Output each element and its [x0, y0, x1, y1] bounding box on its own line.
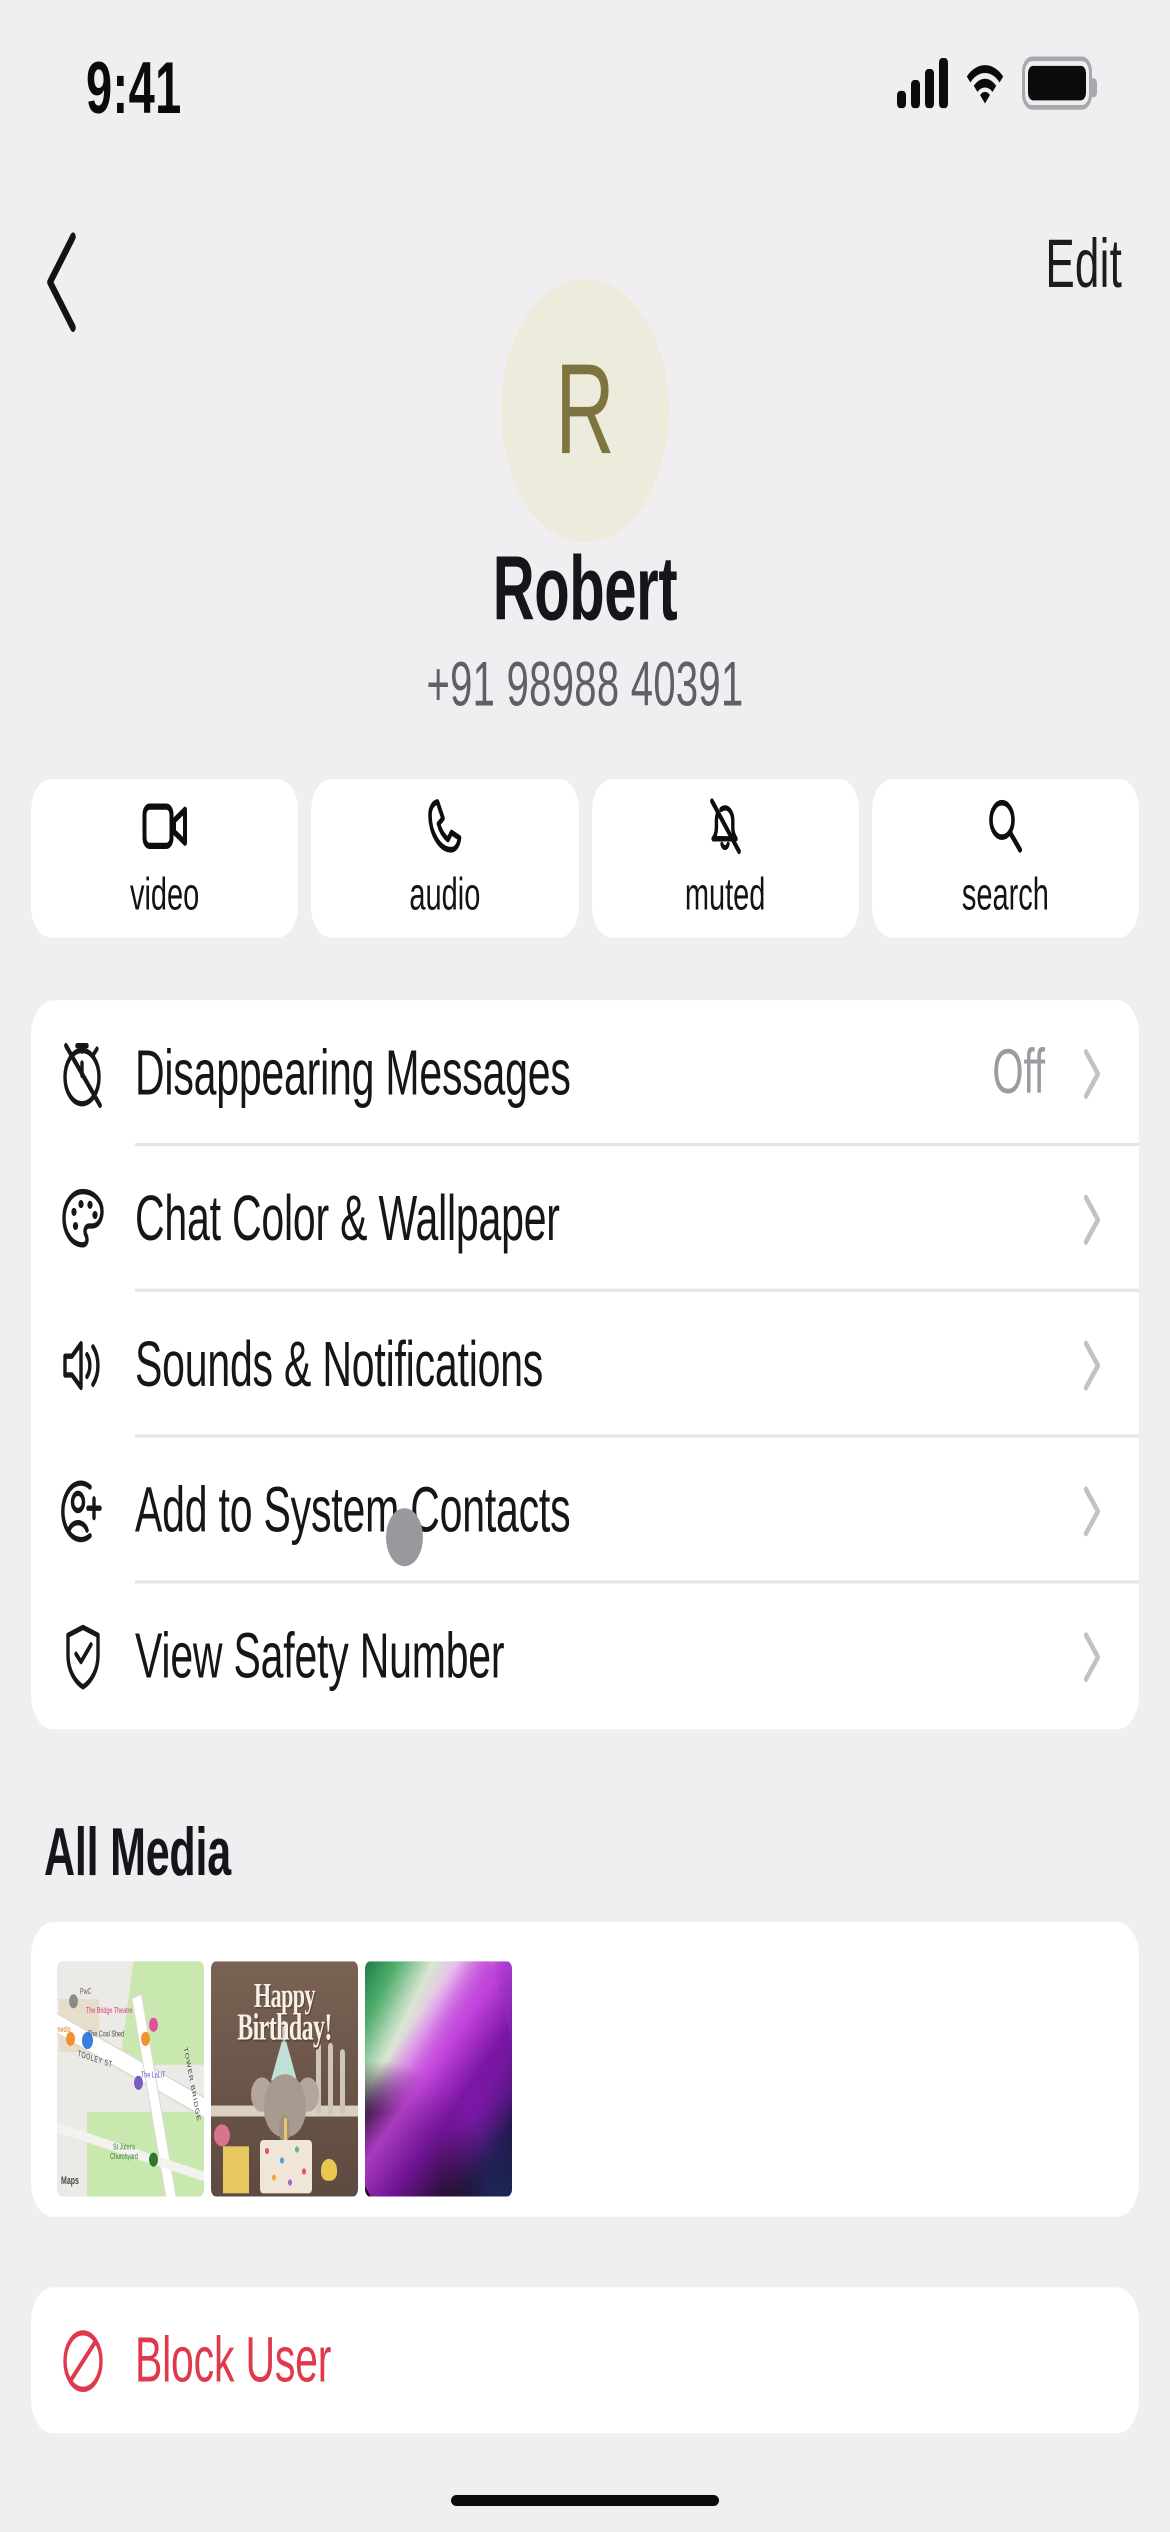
video-call-label: video: [129, 870, 200, 921]
settings-row-label: Chat Color & Wallpaper: [135, 1182, 560, 1255]
map-pin: [149, 2152, 158, 2167]
settings-row-label: Sounds & Notifications: [135, 1327, 544, 1401]
status-bar-time: 9:41: [86, 45, 182, 129]
timer-off-icon: [31, 1032, 135, 1114]
all-media-card: PwC The Bridge Theatre medio The Coal Sh…: [31, 1922, 1139, 2217]
battery-icon: [1022, 56, 1097, 110]
block-user-button[interactable]: Block User: [31, 2287, 1139, 2434]
block-user-label: Block User: [135, 2323, 332, 2396]
map-pin: [141, 2031, 150, 2046]
video-call-button[interactable]: video: [31, 779, 299, 938]
photo-caption-line-2: Birthday!: [237, 2008, 332, 2050]
contact-details-screen: 9:41 Edit R Robert +91 98988 40391 video…: [0, 0, 1170, 2532]
settings-row-value: Off: [992, 1037, 1045, 1107]
phone-icon: [426, 795, 464, 858]
map-label: PwC: [80, 1987, 92, 1998]
audio-call-button[interactable]: audio: [311, 779, 579, 938]
chevron-left-icon: [47, 232, 76, 332]
avatar-initial: R: [555, 338, 615, 482]
settings-row-label: Add to System Contacts: [135, 1473, 571, 1546]
map-label: St John's Churchyard: [110, 2143, 138, 2162]
magnifier-icon: [985, 795, 1025, 858]
chevron-right-icon: [1063, 1630, 1121, 1683]
chevron-right-icon: [1063, 1338, 1121, 1391]
wifi-icon: [964, 54, 1006, 112]
media-thumbnail-wallpaper[interactable]: [365, 1961, 512, 2197]
home-indicator[interactable]: [451, 2495, 719, 2506]
all-media-heading: All Media: [44, 1815, 231, 1891]
photo-prop: [328, 2042, 333, 2115]
audio-call-label: audio: [409, 870, 481, 921]
mute-button[interactable]: muted: [591, 779, 859, 938]
status-bar-icons: [897, 50, 1097, 116]
map-label: The LaLiT: [141, 2071, 166, 2081]
settings-list: Disappearing Messages Off Chat Color & W…: [31, 1000, 1139, 1730]
cellular-signal-icon: [897, 58, 948, 109]
contact-phone-number: +91 98988 40391: [426, 650, 744, 720]
map-pin: [149, 2017, 158, 2032]
edit-button[interactable]: Edit: [1045, 226, 1122, 304]
map-pin: [69, 1994, 78, 2009]
settings-row-chat-color-wallpaper[interactable]: Chat Color & Wallpaper: [31, 1146, 1139, 1292]
block-circle-icon: [31, 2320, 135, 2402]
chevron-right-icon: [1063, 1047, 1121, 1100]
contact-name: Robert: [492, 537, 678, 640]
media-thumbnail-strip: PwC The Bridge Theatre medio The Coal Sh…: [57, 1961, 512, 2197]
chevron-right-icon: [1063, 1192, 1121, 1245]
touch-indicator: [386, 1508, 423, 1567]
bell-slash-icon: [705, 795, 745, 858]
person-add-icon: [31, 1470, 135, 1552]
palette-icon: [31, 1178, 135, 1260]
photo-prop: [321, 2158, 337, 2181]
chevron-right-icon: [1063, 1484, 1121, 1537]
video-camera-icon: [142, 795, 188, 858]
quick-actions-row: video audio muted search: [31, 779, 1139, 938]
settings-row-disappearing-messages[interactable]: Disappearing Messages Off: [31, 1000, 1139, 1147]
settings-row-add-to-system-contacts[interactable]: Add to System Contacts: [31, 1438, 1139, 1584]
shield-check-icon: [31, 1616, 135, 1698]
settings-row-view-safety-number[interactable]: View Safety Number: [31, 1583, 1139, 1729]
photo-cake: [260, 2140, 312, 2194]
wallpaper-swoosh: [365, 1961, 512, 2197]
back-button[interactable]: [24, 223, 100, 342]
photo-prop: [214, 2124, 230, 2147]
media-thumbnail-birthday-photo[interactable]: Happy Birthday!: [211, 1961, 358, 2197]
avatar[interactable]: R: [501, 279, 669, 543]
map-label: medio: [57, 2025, 71, 2036]
mute-label: muted: [684, 870, 766, 921]
photo-gift-box: [223, 2146, 249, 2194]
media-thumbnail-map[interactable]: PwC The Bridge Theatre medio The Coal Sh…: [57, 1961, 204, 2197]
photo-prop: [340, 2049, 345, 2115]
map-label: The Bridge Theatre: [86, 2006, 133, 2017]
map-label: The Coal Shed: [88, 2030, 124, 2040]
settings-row-label: View Safety Number: [135, 1619, 505, 1692]
map-attribution-label: Maps: [61, 2176, 79, 2188]
settings-row-label: Disappearing Messages: [135, 1036, 571, 1109]
speaker-waves-icon: [31, 1324, 135, 1406]
search-label: search: [961, 870, 1049, 921]
search-button[interactable]: search: [871, 779, 1139, 938]
settings-row-sounds-notifications[interactable]: Sounds & Notifications: [31, 1292, 1139, 1438]
status-bar: 9:41: [0, 0, 1170, 204]
